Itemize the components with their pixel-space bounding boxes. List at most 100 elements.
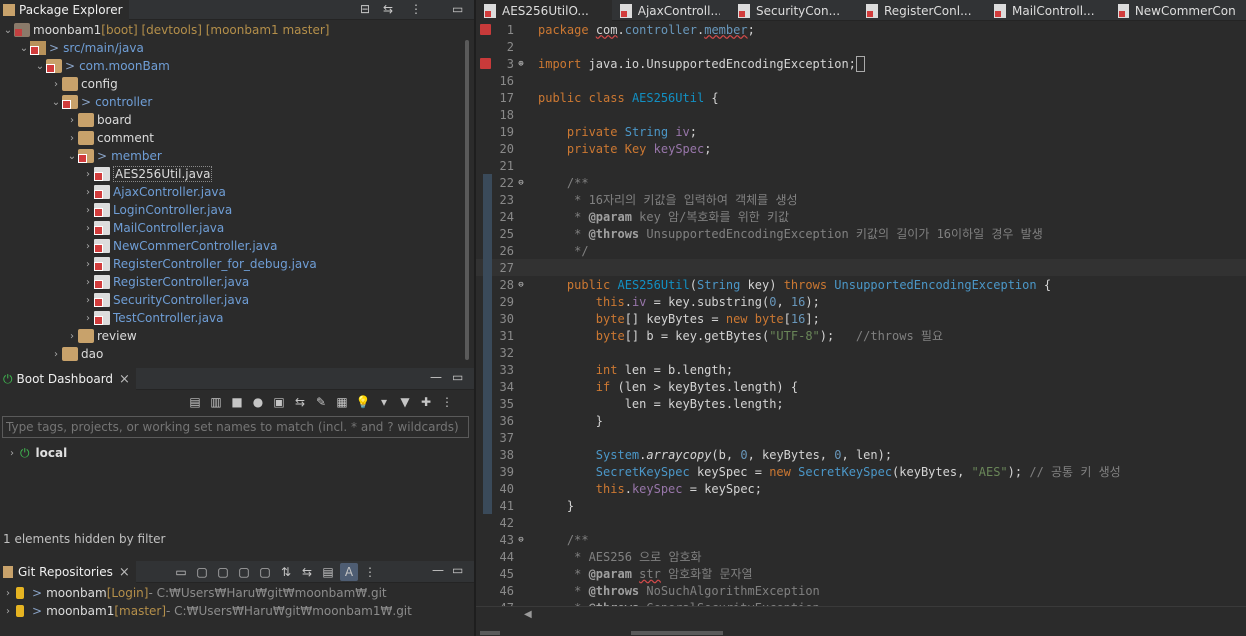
tree-item[interactable]: ⌄ > controller xyxy=(50,93,152,111)
horizontal-scrollbar[interactable]: ◀ xyxy=(476,606,1246,636)
tree-item[interactable]: › review xyxy=(66,327,137,345)
collapse-all-icon[interactable]: ⊟ xyxy=(360,2,370,16)
horizontal-scroll-thumb[interactable] xyxy=(480,631,500,635)
tree-item[interactable]: ⌄ moonbam1 [boot] [devtools] [moonbam1 ma… xyxy=(2,21,330,39)
jfile-icon xyxy=(94,257,110,271)
git-tool-icon[interactable]: ▤ xyxy=(319,563,337,581)
boot-local-row[interactable]: › ⏻ local xyxy=(6,444,67,462)
error-marker-icon[interactable] xyxy=(480,58,491,69)
git-tool-icon[interactable]: ▢ xyxy=(235,563,253,581)
tree-item[interactable]: › dao xyxy=(50,345,103,363)
boot-tool-icon[interactable]: ● xyxy=(249,393,267,411)
git-tool-icon[interactable]: ▢ xyxy=(193,563,211,581)
chevron-icon[interactable]: ⌄ xyxy=(34,61,46,72)
git-tool-icon[interactable]: ▢ xyxy=(214,563,232,581)
tree-item[interactable]: › NewCommerController.java xyxy=(82,237,277,255)
git-tool-icon[interactable]: ⇆ xyxy=(298,563,316,581)
tree-item[interactable]: › AjaxController.java xyxy=(82,183,226,201)
fold-icon[interactable]: ⊖ xyxy=(516,280,526,290)
git-tool-icon[interactable]: A xyxy=(340,563,358,581)
boot-tool-icon[interactable]: ▾ xyxy=(375,393,393,411)
editor-tab[interactable]: NewCommerCon... xyxy=(1110,0,1246,21)
package-explorer-tab[interactable]: Package Explorer xyxy=(0,0,129,20)
chevron-icon[interactable]: ⌄ xyxy=(18,43,30,54)
boot-tool-icon[interactable]: ▣ xyxy=(270,393,288,411)
tree-item[interactable]: › comment xyxy=(66,129,154,147)
git-repo-row[interactable]: › > moonbam [Login] - C:₩Users₩Haru₩git₩mo… xyxy=(2,584,387,602)
maximize-icon[interactable]: ▭ xyxy=(452,2,463,16)
tree-item[interactable]: › config xyxy=(50,75,118,93)
tree-item[interactable]: › RegisterController_for_debug.java xyxy=(82,255,317,273)
tree-item[interactable]: › MailController.java xyxy=(82,219,224,237)
boot-tool-icon[interactable]: ▤ xyxy=(186,393,204,411)
git-repo-row[interactable]: › > moonbam1 [master] - C:₩Users₩Haru₩git₩… xyxy=(2,602,412,620)
chevron-icon[interactable]: › xyxy=(50,79,62,90)
git-repositories-tab[interactable]: Git Repositories × xyxy=(0,561,136,583)
tree-item[interactable]: › RegisterController.java xyxy=(82,273,249,291)
chevron-icon[interactable]: › xyxy=(82,223,94,234)
chevron-icon[interactable]: › xyxy=(82,259,94,270)
tree-item[interactable]: ⌄ > com.moonBam xyxy=(34,57,170,75)
git-tool-icon[interactable]: ▢ xyxy=(256,563,274,581)
boot-tool-icon[interactable]: ✎ xyxy=(312,393,330,411)
chevron-icon[interactable]: › xyxy=(66,331,78,342)
editor-tab[interactable]: AES256UtilO... xyxy=(476,0,612,21)
boot-tool-icon[interactable]: ⋮ xyxy=(438,393,456,411)
git-tool-icon[interactable]: ⋮ xyxy=(361,563,379,581)
chevron-icon[interactable]: ⌄ xyxy=(50,97,62,108)
boot-tool-icon[interactable]: ⇆ xyxy=(291,393,309,411)
package-tree-scrollbar[interactable] xyxy=(465,40,469,360)
chevron-icon[interactable]: › xyxy=(82,205,94,216)
chevron-icon[interactable]: › xyxy=(82,313,94,324)
maximize-icon[interactable]: ▭ xyxy=(452,563,463,577)
code-area[interactable]: 1 package com.controller.member; 2 3 ⊕ import… xyxy=(476,21,1246,615)
chevron-right-icon[interactable]: › xyxy=(2,588,14,599)
chevron-icon[interactable]: ⌄ xyxy=(2,25,14,36)
boot-filter-input[interactable] xyxy=(2,416,469,438)
tree-item[interactable]: › SecurityController.java xyxy=(82,291,249,309)
chevron-right-icon[interactable]: › xyxy=(6,448,18,459)
tree-item[interactable]: › board xyxy=(66,111,132,129)
scroll-left-icon[interactable]: ◀ xyxy=(524,609,532,620)
chevron-icon[interactable]: › xyxy=(66,133,78,144)
tree-item[interactable]: ⌄ > src/main/java xyxy=(18,39,144,57)
view-menu-icon[interactable]: ⋮ xyxy=(410,2,422,16)
boot-tool-icon[interactable]: ■ xyxy=(228,393,246,411)
git-tool-icon[interactable]: ⇅ xyxy=(277,563,295,581)
chevron-icon[interactable]: › xyxy=(82,277,94,288)
tree-item[interactable]: › AES256Util.java xyxy=(82,165,213,183)
editor-tab[interactable]: AjaxControll... xyxy=(612,0,730,21)
error-marker-icon[interactable] xyxy=(480,24,491,35)
boot-tool-icon[interactable]: 💡 xyxy=(354,393,372,411)
fold-icon[interactable]: ⊖ xyxy=(516,535,526,545)
tree-item[interactable]: › TestController.java xyxy=(82,309,224,327)
boot-tool-icon[interactable]: ▥ xyxy=(207,393,225,411)
chevron-icon[interactable]: › xyxy=(82,169,94,180)
editor-tab[interactable]: RegisterConl... xyxy=(858,0,986,21)
chevron-icon[interactable]: › xyxy=(82,241,94,252)
chevron-icon[interactable]: › xyxy=(82,295,94,306)
close-icon[interactable]: × xyxy=(119,372,130,387)
boot-tool-icon[interactable]: ✚ xyxy=(417,393,435,411)
tree-item[interactable]: ⌄ > member xyxy=(66,147,162,165)
fold-icon[interactable]: ⊕ xyxy=(516,59,526,69)
boot-tool-icon[interactable]: ▦ xyxy=(333,393,351,411)
editor-tab[interactable]: SecurityCon... xyxy=(730,0,858,21)
editor-tab[interactable]: MailControll... xyxy=(986,0,1110,21)
minimize-icon[interactable]: — xyxy=(430,370,442,384)
chevron-icon[interactable]: › xyxy=(82,187,94,198)
link-with-editor-icon[interactable]: ⇆ xyxy=(383,2,393,16)
boot-tool-icon[interactable]: ▼ xyxy=(396,393,414,411)
minimize-icon[interactable]: — xyxy=(432,563,444,577)
tree-item[interactable]: › LoginController.java xyxy=(82,201,232,219)
horizontal-scroll-thumb-2[interactable] xyxy=(631,631,723,635)
maximize-icon[interactable]: ▭ xyxy=(452,370,463,384)
chevron-icon[interactable]: › xyxy=(66,115,78,126)
chevron-right-icon[interactable]: › xyxy=(2,606,14,617)
git-tool-icon[interactable]: ▭ xyxy=(172,563,190,581)
chevron-icon[interactable]: › xyxy=(50,349,62,360)
boot-dashboard-tab[interactable]: ⏻ Boot Dashboard × xyxy=(0,368,136,390)
chevron-icon[interactable]: ⌄ xyxy=(66,151,78,162)
fold-icon[interactable]: ⊖ xyxy=(516,178,526,188)
close-icon[interactable]: × xyxy=(119,565,130,580)
